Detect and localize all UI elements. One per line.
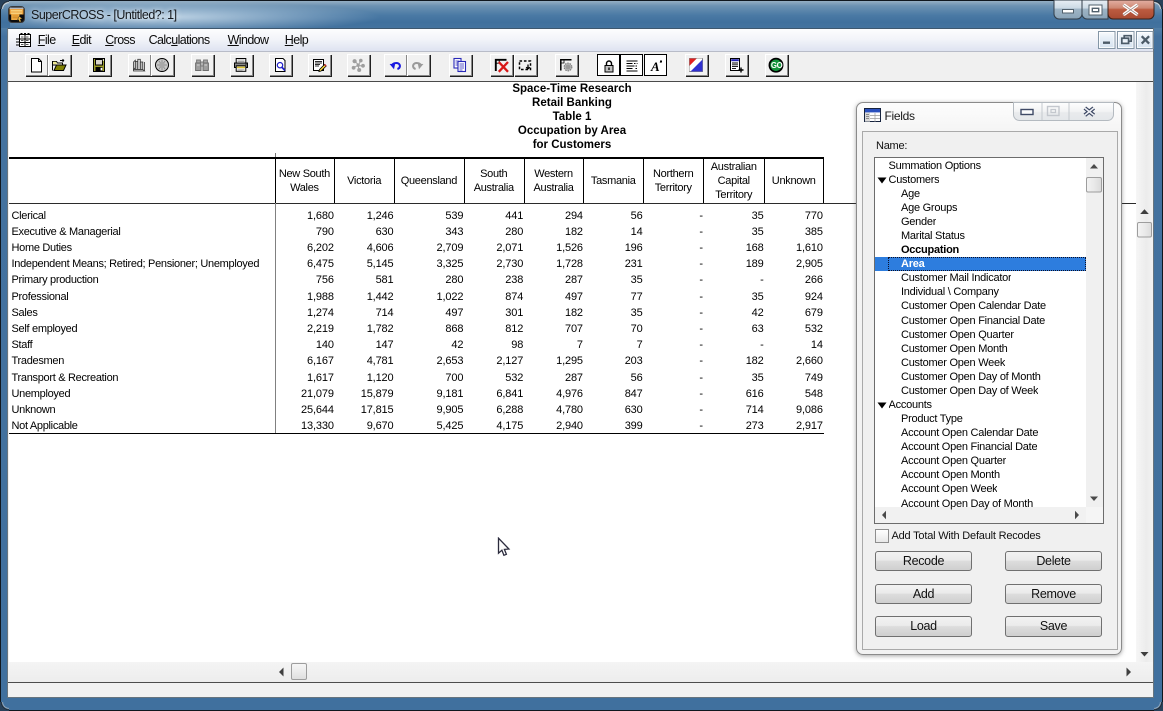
- svg-text:GO: GO: [770, 61, 782, 70]
- svg-text:A: A: [650, 59, 660, 74]
